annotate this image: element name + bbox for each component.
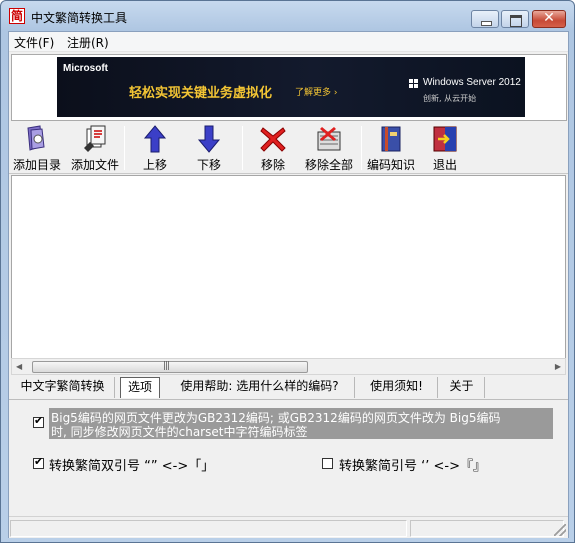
double-quote-label: 转换繁简双引号 “” <->「」 <box>49 459 215 474</box>
folder-add-icon <box>27 125 45 151</box>
red-x-icon <box>260 127 286 152</box>
remove-label: 移除 <box>260 158 285 172</box>
file-add-icon <box>84 125 106 152</box>
file-list[interactable] <box>11 175 566 374</box>
app-window: 简 中文繁简转换工具 ✕ 文件(F) 注册(R) Microsoft 轻松实现关… <box>0 0 575 543</box>
move-down-button[interactable]: 下移 <box>187 122 231 174</box>
toolbar-separator <box>361 126 362 170</box>
charset-sync-checkbox[interactable] <box>33 414 44 428</box>
exit-icon <box>433 126 457 152</box>
horizontal-scrollbar[interactable]: ◀ ||| ▶ <box>11 358 566 375</box>
ad-area: Microsoft 轻松实现关键业务虚拟化 了解更多 › Windows Ser… <box>11 54 567 121</box>
charset-sync-label-line2: 时, 同步修改网页文件的charset中字符编码标签 <box>51 425 308 439</box>
ad-slogan: 轻松实现关键业务虚拟化 <box>129 86 273 101</box>
toolbar-separator <box>242 126 243 170</box>
minimize-button[interactable] <box>471 10 499 28</box>
ad-more-link[interactable]: 了解更多 › <box>295 85 337 98</box>
toolbar-separator <box>124 126 125 170</box>
move-up-button[interactable]: 上移 <box>133 122 177 174</box>
single-quote-label: 转换繁简引号 ‘’ <->『』 <box>339 459 487 474</box>
tab-conversion[interactable]: 中文字繁简转换 <box>11 377 115 398</box>
menu-bar: 文件(F) 注册(R) <box>9 32 568 52</box>
status-bar <box>9 516 568 538</box>
scroll-grip: ||| <box>163 361 170 371</box>
ad-subtitle: 创新, 从云开始 <box>423 94 477 103</box>
status-pane-secondary <box>410 520 564 537</box>
tab-strip: 中文字繁简转换 选项 使用帮助: 选用什么样的编码? 使用须知! 关于 <box>9 375 568 399</box>
remove-button[interactable]: 移除 <box>251 122 295 174</box>
ad-banner[interactable]: Microsoft 轻松实现关键业务虚拟化 了解更多 › Windows Ser… <box>57 57 525 117</box>
ad-brand: Microsoft <box>63 63 108 74</box>
add-folder-label: 添加目录 <box>12 158 61 172</box>
add-file-label: 添加文件 <box>70 158 119 172</box>
status-pane-main <box>10 520 407 537</box>
app-icon: 简 <box>9 8 25 24</box>
move-up-label: 上移 <box>142 158 167 172</box>
tab-help-encoding[interactable]: 使用帮助: 选用什么样的编码? <box>165 377 355 398</box>
close-button[interactable]: ✕ <box>532 10 566 28</box>
client-area: 文件(F) 注册(R) Microsoft 轻松实现关键业务虚拟化 了解更多 ›… <box>8 31 569 538</box>
add-folder-button[interactable]: 添加目录 <box>9 122 65 174</box>
encoding-knowledge-label: 编码知识 <box>366 158 415 172</box>
single-quote-checkbox[interactable] <box>322 458 333 469</box>
menu-file[interactable]: 文件(F) <box>11 34 57 51</box>
title-bar[interactable]: 简 中文繁简转换工具 ✕ <box>1 1 574 31</box>
close-icon: ✕ <box>543 10 555 26</box>
toolbar: 添加目录 添加文件 上移 下移 移除 移除全部 编码知识 退出 <box>9 122 568 174</box>
charset-sync-highlight: Big5编码的网页文件更改为GB2312编码; 或GB2312编码的网页文件改为… <box>49 408 553 439</box>
book-icon <box>381 126 401 152</box>
exit-button[interactable]: 退出 <box>423 122 467 174</box>
scroll-left-icon[interactable]: ◀ <box>16 362 22 371</box>
remove-all-button[interactable]: 移除全部 <box>301 122 357 174</box>
options-panel: Big5编码的网页文件更改为GB2312编码; 或GB2312编码的网页文件改为… <box>9 399 568 515</box>
ad-product: Windows Server 2012 <box>423 77 521 88</box>
tab-options[interactable]: 选项 <box>120 377 160 398</box>
window-title: 中文繁简转换工具 <box>31 11 128 25</box>
remove-all-label: 移除全部 <box>304 158 353 172</box>
tab-notice[interactable]: 使用须知! <box>356 377 438 398</box>
windows-logo-icon <box>409 79 419 89</box>
resize-grip-icon[interactable] <box>554 524 566 536</box>
maximize-button[interactable] <box>501 10 529 28</box>
arrow-down-icon <box>197 125 221 153</box>
add-file-button[interactable]: 添加文件 <box>67 122 123 174</box>
encoding-knowledge-button[interactable]: 编码知识 <box>365 122 417 174</box>
scroll-right-icon[interactable]: ▶ <box>555 362 561 371</box>
tab-about[interactable]: 关于 <box>439 377 485 398</box>
menu-register[interactable]: 注册(R) <box>64 34 112 51</box>
remove-all-icon <box>317 127 341 151</box>
arrow-up-icon <box>143 125 167 153</box>
scroll-thumb[interactable]: ||| <box>32 361 308 373</box>
exit-label: 退出 <box>432 158 457 172</box>
double-quote-checkbox[interactable] <box>33 455 44 469</box>
move-down-label: 下移 <box>196 158 221 172</box>
